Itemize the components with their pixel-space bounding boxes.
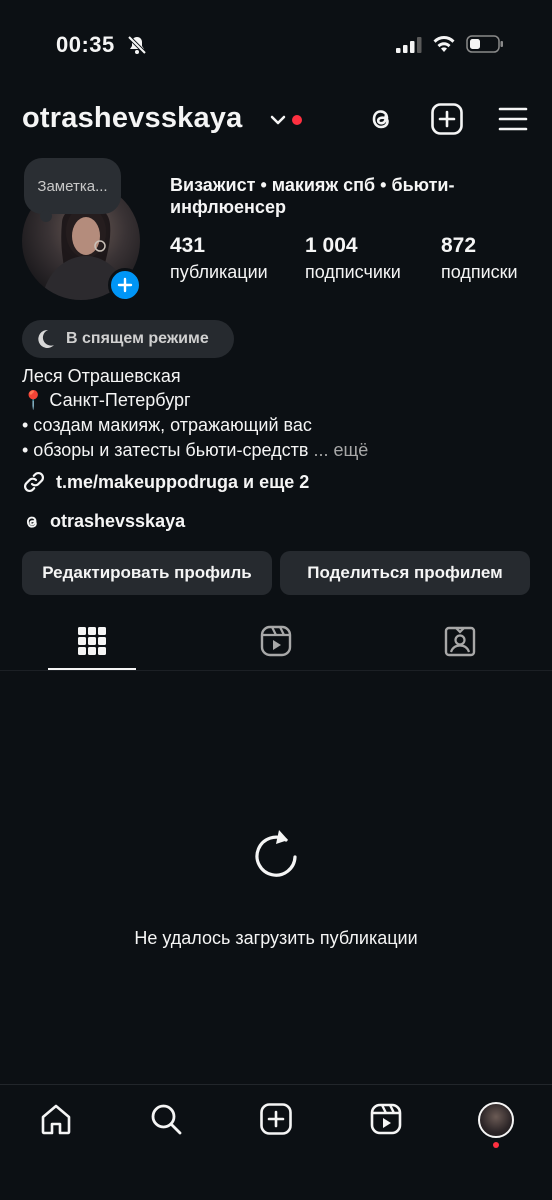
moon-icon <box>38 329 54 348</box>
note-bubble-tail <box>40 210 52 222</box>
sleep-mode-label: В спящем режиме <box>66 330 209 347</box>
bio-line-1: • создам макияж, отражающий вас <box>22 415 312 435</box>
reels-nav-icon[interactable] <box>369 1102 403 1136</box>
profile-name: Леся Отрашевская <box>22 366 181 386</box>
profile-nav-notification-dot <box>493 1142 499 1148</box>
stat-posts-label[interactable]: публикации <box>170 262 268 283</box>
edit-profile-button[interactable]: Редактировать профиль <box>22 551 272 595</box>
bio-line-2: • обзоры и затесты бьюти-средств ... ещё <box>22 438 368 462</box>
signal-icon <box>396 37 422 53</box>
battery-icon <box>466 35 503 53</box>
threads-handle[interactable]: otrashevsskaya <box>50 511 185 532</box>
reels-icon[interactable] <box>259 624 293 658</box>
bio-more-link[interactable]: ... ещё <box>313 440 368 460</box>
link-icon <box>23 471 45 493</box>
bell-off-icon <box>127 35 147 55</box>
create-icon[interactable] <box>430 102 464 136</box>
active-tab-indicator <box>48 668 136 670</box>
threads-badge[interactable]: otrashevsskaya <box>22 511 185 532</box>
profile-headline: Визажист • макияж спб • бьюти-инфлюенсер <box>170 175 455 217</box>
grid-icon[interactable] <box>75 624 109 658</box>
profile-link[interactable]: t.me/makeuppodruga и еще 2 <box>22 470 309 494</box>
wifi-icon <box>433 36 455 52</box>
stat-followers-count[interactable]: 1 004 <box>305 234 358 258</box>
home-icon[interactable] <box>39 1102 73 1136</box>
threads-icon[interactable] <box>364 102 398 136</box>
threads-small-icon <box>26 516 37 528</box>
retry-icon[interactable] <box>248 826 304 882</box>
stat-posts-count[interactable]: 431 <box>170 234 205 258</box>
load-error-message: Не удалось загрузить публикации <box>134 928 418 948</box>
status-time: 00:35 <box>56 32 115 57</box>
stat-followers-label[interactable]: подписчики <box>305 262 401 283</box>
stat-following-count[interactable]: 872 <box>441 234 476 258</box>
sleep-mode-badge[interactable]: В спящем режиме <box>22 320 234 358</box>
chevron-down-icon[interactable] <box>268 112 288 128</box>
profile-nav-avatar[interactable] <box>478 1102 514 1138</box>
stat-following-label[interactable]: подписки <box>441 262 518 283</box>
share-profile-button[interactable]: Поделиться профилем <box>280 551 530 595</box>
profile-username[interactable]: otrashevsskaya <box>22 102 242 135</box>
bio-line-2-text: • обзоры и затесты бьюти-средств <box>22 440 309 460</box>
search-icon[interactable] <box>149 1102 183 1136</box>
menu-icon[interactable] <box>496 102 530 136</box>
bottom-nav-divider <box>0 1084 552 1085</box>
profile-link-text[interactable]: t.me/makeuppodruga и еще 2 <box>56 472 309 493</box>
create-post-icon[interactable] <box>259 1102 293 1136</box>
bio-line-location: 📍 Санкт-Петербург <box>22 390 191 410</box>
tab-divider <box>0 670 552 671</box>
plus-icon <box>117 277 133 293</box>
notification-dot <box>292 115 302 125</box>
add-story-button[interactable] <box>108 268 142 302</box>
tagged-icon[interactable] <box>443 624 477 658</box>
note-bubble[interactable]: Заметка... <box>24 158 121 214</box>
